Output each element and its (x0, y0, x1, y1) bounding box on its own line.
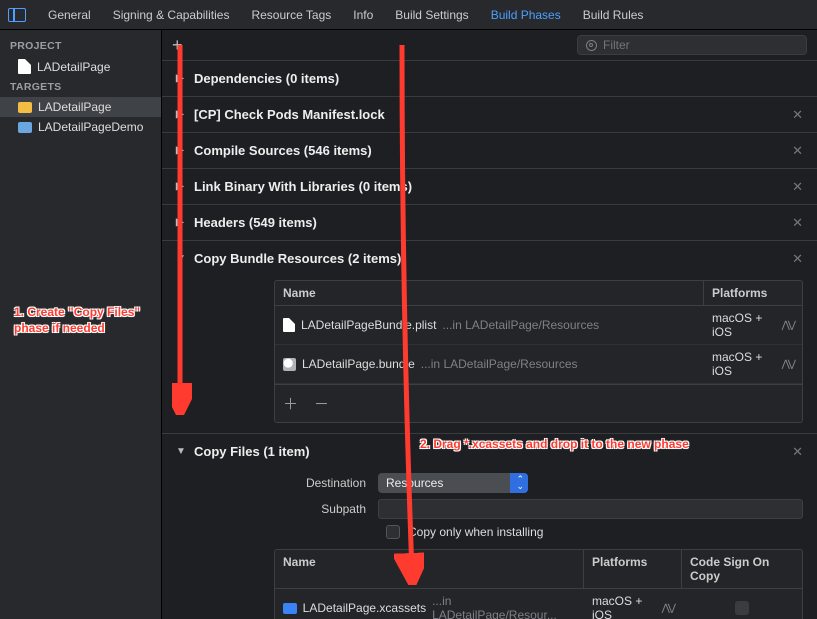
phase-compile-sources[interactable]: ▶ Compile Sources (546 items) ✕ (162, 132, 817, 168)
file-path: ...in LADetailPage/Resources (442, 318, 599, 332)
col-name[interactable]: Name (275, 281, 704, 305)
tab-build-settings[interactable]: Build Settings (395, 8, 468, 22)
target-item-demo[interactable]: LADetailPageDemo (0, 117, 161, 137)
table-toolbar: ＋ － (275, 384, 802, 422)
phase-title: Headers (549 items) (194, 215, 317, 230)
project-section-label: PROJECT (0, 36, 161, 56)
phase-title: Compile Sources (546 items) (194, 143, 372, 158)
top-tab-bar: General Signing & Capabilities Resource … (0, 0, 817, 30)
phase-title: Link Binary With Libraries (0 items) (194, 179, 412, 194)
phase-dependencies[interactable]: ▶ Dependencies (0 items) (162, 60, 817, 96)
add-phase-button[interactable]: + (172, 35, 183, 56)
file-name: LADetailPageBundle.plist (301, 318, 436, 332)
asset-catalog-icon (283, 603, 297, 614)
stepper-icon[interactable]: ⋀⋁ (782, 320, 794, 331)
chevron-right-icon: ▶ (176, 217, 186, 228)
platform-value: macOS + iOS (592, 594, 656, 619)
file-path: ...in LADetailPage/Resources (421, 357, 578, 371)
tab-resource-tags[interactable]: Resource Tags (251, 8, 331, 22)
project-file-icon (18, 59, 31, 74)
build-phases-content: + ▶ Dependencies (0 items) ▶ [CP] Check Po… (162, 30, 817, 619)
phase-copy-files: ▼ Copy Files (1 item) ✕ Destination Reso… (162, 433, 817, 619)
chevron-right-icon: ▶ (176, 73, 186, 84)
file-path: ...in LADetailPage/Resour... (432, 594, 576, 619)
framework-target-icon (18, 102, 32, 113)
col-name[interactable]: Name (275, 550, 584, 588)
destination-select[interactable]: Resources ⌃⌄ (378, 473, 528, 493)
copy-files-table: Name Platforms Code Sign On Copy LADetai… (274, 549, 803, 619)
remove-phase-button[interactable]: ✕ (792, 143, 803, 159)
phase-link-binary[interactable]: ▶ Link Binary With Libraries (0 items) ✕ (162, 168, 817, 204)
app-target-icon (18, 122, 32, 133)
stepper-icon[interactable]: ⋀⋁ (782, 359, 794, 370)
subpath-label: Subpath (274, 502, 366, 516)
tab-info[interactable]: Info (353, 8, 373, 22)
remove-phase-button[interactable]: ✕ (792, 444, 803, 460)
left-panel-toggle-icon[interactable] (8, 8, 26, 22)
phase-title: Copy Files (1 item) (194, 444, 310, 459)
phases-toolbar: + (162, 30, 817, 60)
target-item-label: LADetailPageDemo (38, 120, 143, 134)
destination-value: Resources (386, 476, 443, 490)
copy-only-installing-checkbox[interactable] (386, 525, 400, 539)
filter-input[interactable] (603, 38, 798, 52)
col-platforms[interactable]: Platforms (584, 550, 682, 588)
project-item[interactable]: LADetailPage (0, 56, 161, 77)
filter-field[interactable] (577, 35, 807, 55)
chevron-down-icon: ▼ (176, 253, 186, 264)
phase-header[interactable]: ▼ Copy Files (1 item) (176, 444, 803, 459)
phase-copy-bundle: ▼ Copy Bundle Resources (2 items) ✕ Name… (162, 240, 817, 433)
table-row[interactable]: LADetailPage.xcassets ...in LADetailPage… (275, 589, 802, 619)
phase-check-pods[interactable]: ▶ [CP] Check Pods Manifest.lock ✕ (162, 96, 817, 132)
table-row[interactable]: LADetailPageBundle.plist ...in LADetailP… (275, 306, 802, 345)
target-item-framework[interactable]: LADetailPage (0, 97, 161, 117)
tab-build-phases[interactable]: Build Phases (491, 8, 561, 22)
remove-file-button[interactable]: － (314, 393, 329, 414)
project-item-label: LADetailPage (37, 60, 110, 74)
file-name: LADetailPage.xcassets (303, 601, 426, 615)
filter-icon (586, 40, 597, 51)
plist-file-icon (283, 318, 295, 332)
target-sidebar: PROJECT LADetailPage TARGETS LADetailPag… (0, 30, 162, 619)
destination-label: Destination (274, 476, 366, 490)
add-file-button[interactable]: ＋ (283, 393, 298, 414)
remove-phase-button[interactable]: ✕ (792, 215, 803, 231)
resources-table: Name Platforms LADetailPageBundle.plist … (274, 280, 803, 423)
phase-headers[interactable]: ▶ Headers (549 items) ✕ (162, 204, 817, 240)
targets-section-label: TARGETS (0, 77, 161, 97)
tab-build-rules[interactable]: Build Rules (583, 8, 644, 22)
chevron-right-icon: ▶ (176, 181, 186, 192)
phase-title: Copy Bundle Resources (2 items) (194, 251, 401, 266)
target-item-label: LADetailPage (38, 100, 111, 114)
select-arrows-icon: ⌃⌄ (516, 476, 524, 490)
col-platforms[interactable]: Platforms (704, 281, 802, 305)
remove-phase-button[interactable]: ✕ (792, 179, 803, 195)
platform-value: macOS + iOS (712, 311, 776, 339)
phase-title: Dependencies (0 items) (194, 71, 339, 86)
col-codesign[interactable]: Code Sign On Copy (682, 550, 802, 588)
phase-header[interactable]: ▼ Copy Bundle Resources (2 items) (176, 251, 803, 266)
codesign-checkbox[interactable] (735, 601, 749, 615)
copy-only-installing-label: Copy only when installing (408, 525, 543, 539)
stepper-icon[interactable]: ⋀⋁ (662, 603, 674, 614)
bundle-file-icon (283, 358, 296, 371)
remove-phase-button[interactable]: ✕ (792, 251, 803, 267)
tab-signing[interactable]: Signing & Capabilities (113, 8, 230, 22)
file-name: LADetailPage.bundle (302, 357, 415, 371)
subpath-input[interactable] (378, 499, 803, 519)
remove-phase-button[interactable]: ✕ (792, 107, 803, 123)
chevron-right-icon: ▶ (176, 109, 186, 120)
chevron-down-icon: ▼ (176, 446, 186, 457)
tab-general[interactable]: General (48, 8, 91, 22)
chevron-right-icon: ▶ (176, 145, 186, 156)
phase-title: [CP] Check Pods Manifest.lock (194, 107, 385, 122)
platform-value: macOS + iOS (712, 350, 776, 378)
table-row[interactable]: LADetailPage.bundle ...in LADetailPage/R… (275, 345, 802, 384)
